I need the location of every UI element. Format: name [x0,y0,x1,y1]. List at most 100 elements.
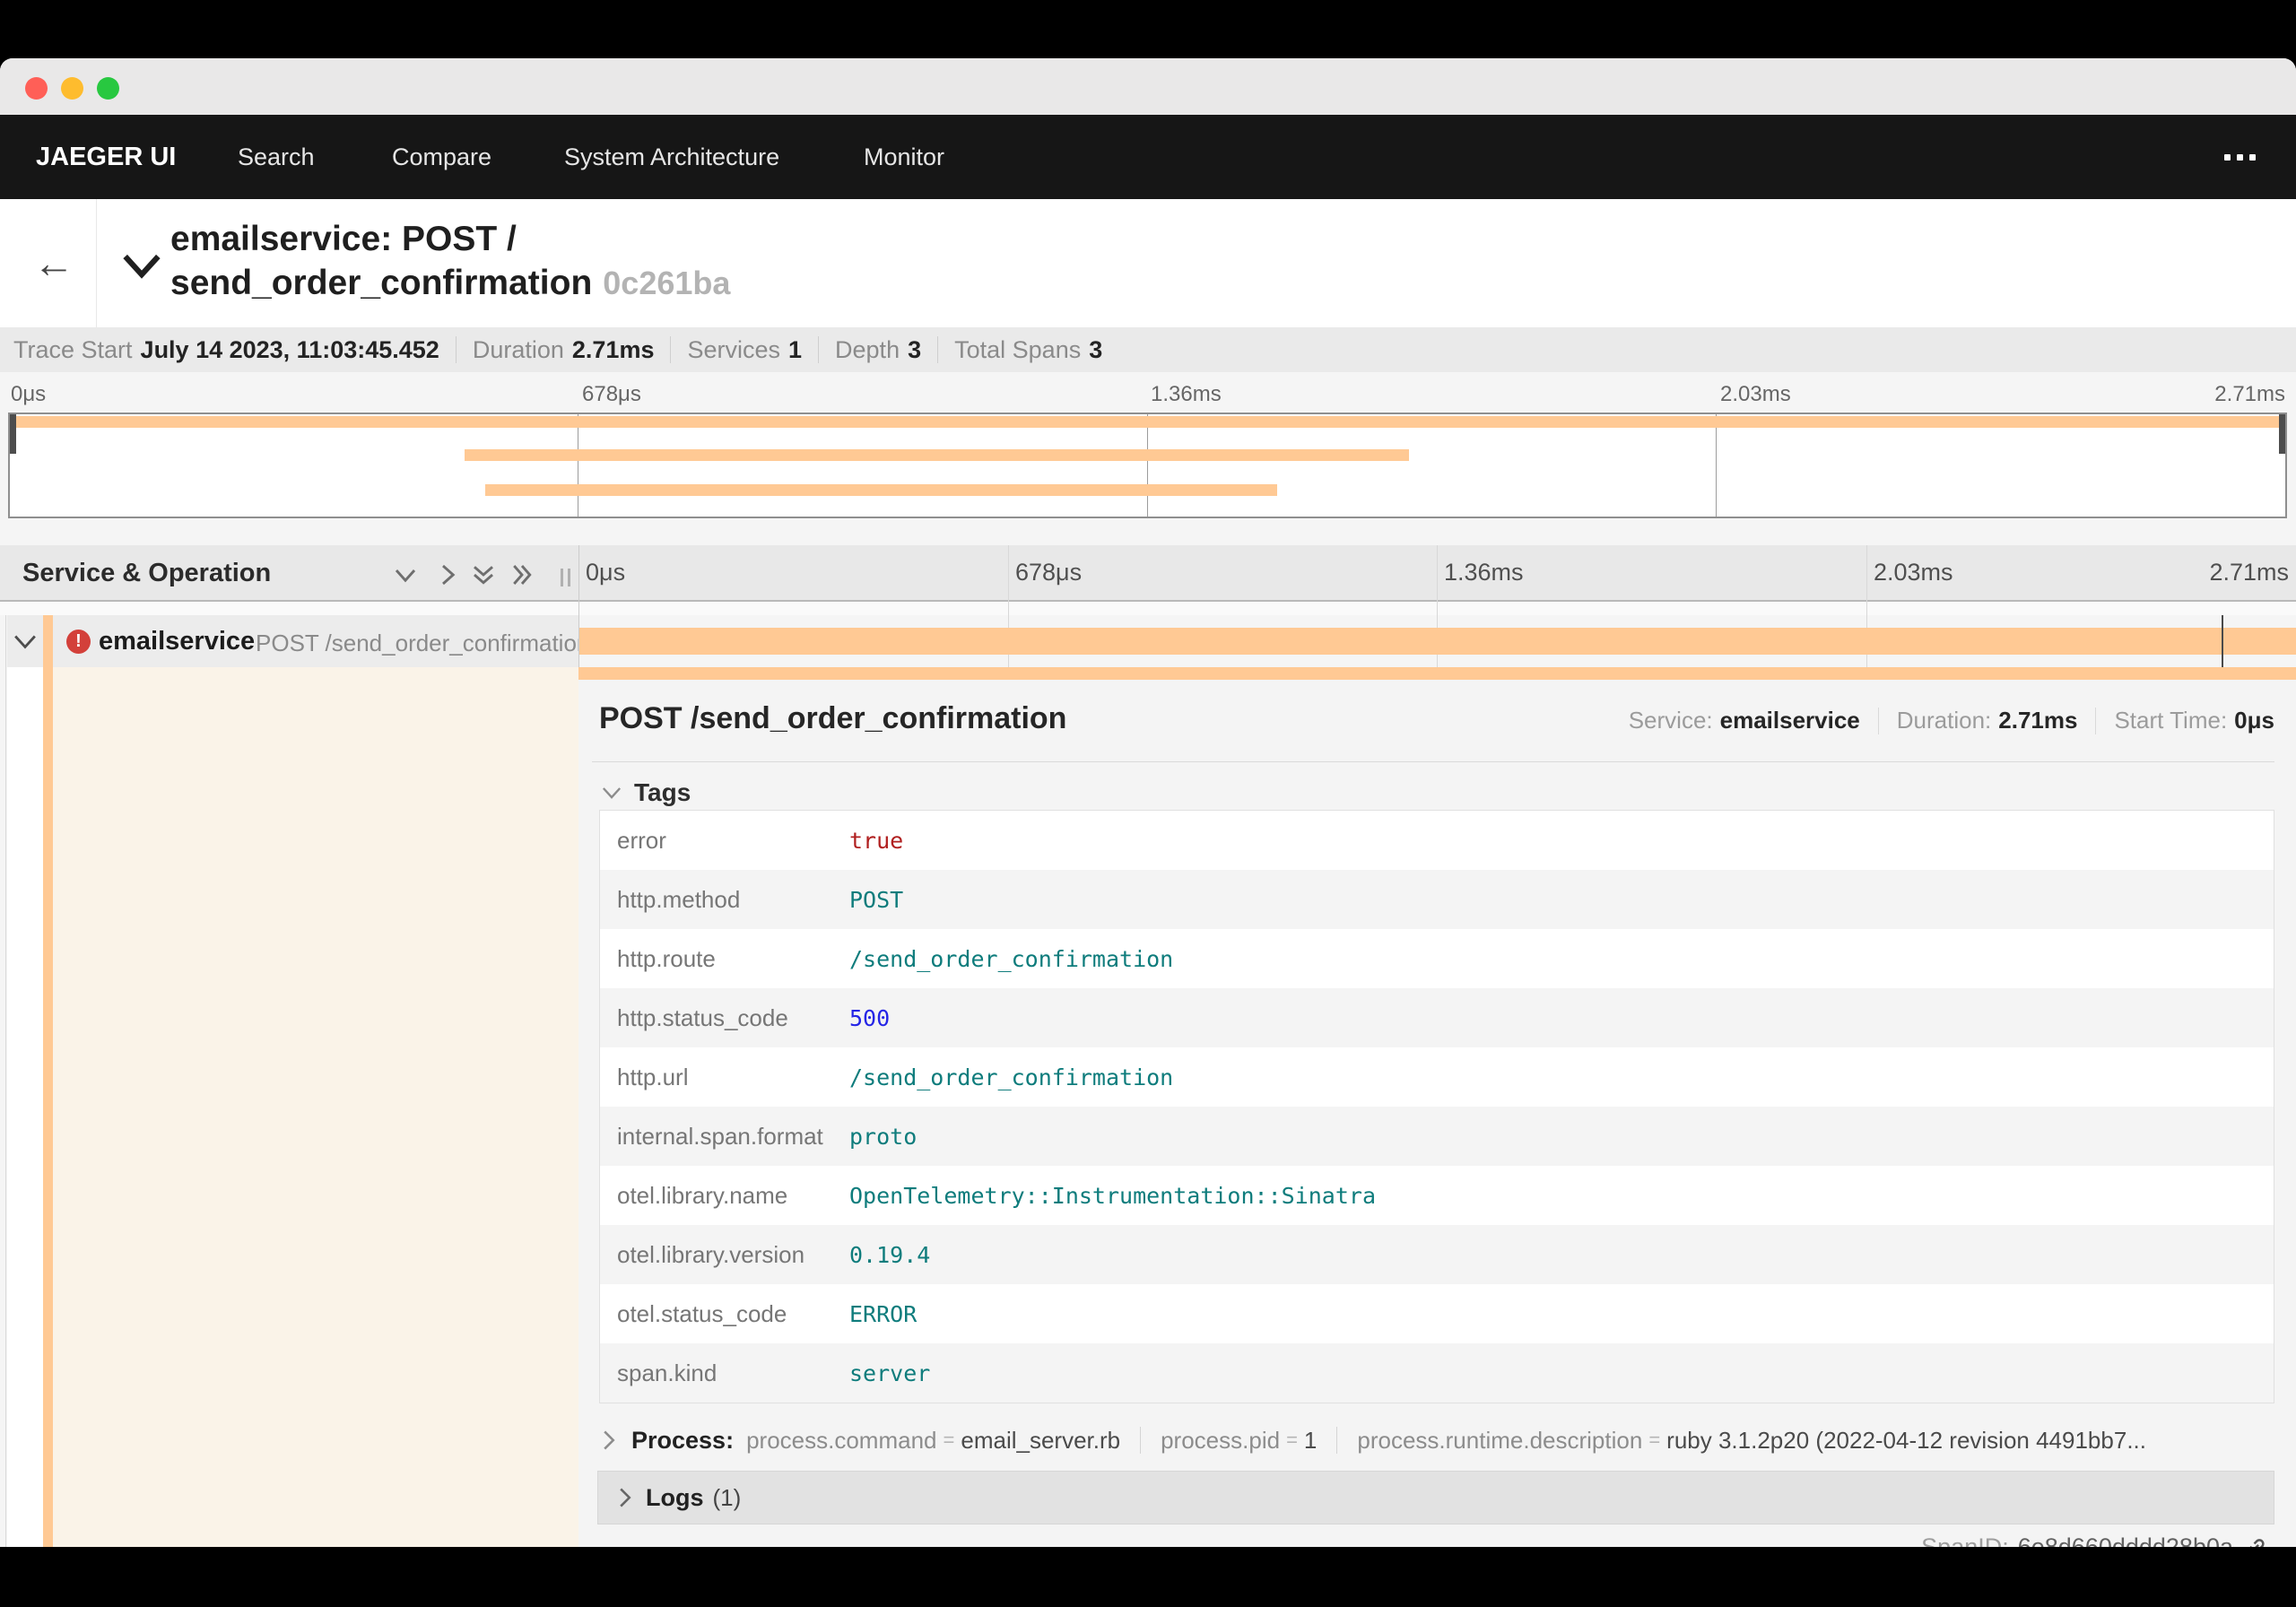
nav-item-compare[interactable]: Compare [392,115,491,199]
link-icon[interactable] [2242,1534,2269,1548]
span-id-value: 6e8d660dddd28b0a [2017,1533,2233,1547]
tag-row: otel.status_code ERROR [600,1284,2274,1343]
span-detail-panel: POST /send_order_confirmation Service: e… [578,680,2296,1547]
gridline [1147,414,1148,517]
services-value: 1 [788,335,803,363]
tags-table: error true http.method POST http.route /… [599,810,2274,1403]
process-value: email_server.rb [961,1426,1121,1454]
tag-key: http.method [617,885,741,913]
tag-row: http.url /send_order_confirmation [600,1047,2274,1107]
span-collapse-chevron-icon[interactable] [13,634,37,650]
tag-key: http.route [617,944,716,972]
process-key: process.runtime.description [1357,1426,1643,1454]
ruler-tick: 678μs [1015,559,1083,586]
ruler-tick: 0μs [586,559,626,586]
ruler-tick: 2.03ms [1874,559,1953,586]
jaeger-logo[interactable]: JAEGER UI [36,115,176,199]
span-id-label: SpanID: [1921,1533,2009,1547]
chevron-right-icon [604,1430,615,1450]
tags-section-toggle[interactable]: Tags [602,778,691,807]
service-operation-header: Service & Operation [22,559,272,587]
span-tree-indent [43,615,53,667]
titlebar [0,58,2296,115]
ruler-tick: 0μs [11,382,47,406]
collapse-title-chevron-icon[interactable] [122,253,161,280]
nav-item-system-architecture[interactable]: System Architecture [564,115,779,199]
process-value: ruby 3.1.2p20 (2022-04-12 revision 4491b… [1666,1426,2146,1454]
tag-value: OpenTelemetry::Instrumentation::Sinatra [849,1182,1376,1209]
trace-start-value: July 14 2023, 11:03:45 [140,335,393,363]
ruler-tick: 2.03ms [1720,382,1791,406]
tag-row: otel.library.name OpenTelemetry::Instrum… [600,1166,2274,1225]
duration-value: 2.71ms [1998,707,2078,734]
chevron-down-icon [602,786,622,799]
zoom-window-icon[interactable] [97,77,119,100]
process-key: process.command [746,1426,937,1454]
tag-key: http.url [617,1063,689,1090]
trace-minimap[interactable] [8,413,2287,518]
span-detail-row: POST /send_order_confirmation Service: e… [0,667,2296,1547]
span-detail-meta: Service: emailservice Duration: 2.71ms S… [1629,707,2274,734]
trace-page-header: ← emailservice: POST / send_order_confir… [0,199,2296,430]
tag-value: 500 [849,1004,891,1031]
service-value: emailservice [1719,707,1860,734]
tag-key: otel.library.version [617,1240,805,1268]
tag-row: error true [600,811,2274,870]
process-value: 1 [1303,1426,1318,1454]
column-divider[interactable] [578,545,579,667]
minimap-left-handle[interactable] [10,414,16,454]
trace-start-ms: .452 [392,335,439,363]
logs-label: Logs [646,1483,704,1511]
nav-item-monitor[interactable]: Monitor [864,115,944,199]
minimap-span-bar [485,484,1278,496]
tag-key: span.kind [617,1359,718,1386]
trace-title: emailservice: POST / send_order_confirma… [170,217,1121,305]
logs-count: (1) [712,1483,742,1511]
tag-key: http.status_code [617,1003,788,1031]
start-time-value: 0μs [2234,707,2274,734]
overflow-menu-icon[interactable] [2224,154,2256,161]
logs-section-toggle[interactable]: Logs (1) [597,1471,2274,1524]
ruler-tick: 2.71ms [2209,559,2289,586]
divider [96,199,97,327]
tag-value: proto [849,1123,918,1150]
ruler-tick: 1.36ms [1151,382,1222,406]
tag-value: server [849,1359,931,1386]
span-row: ! emailservice POST /send_order_confirma… [0,615,2296,667]
collapse-one-icon[interactable] [392,561,419,588]
detail-indent-fill [53,667,578,1547]
minimap-span-bar [10,416,2285,428]
chevron-right-icon [620,1488,631,1507]
back-arrow-icon[interactable]: ← [27,240,81,289]
total-spans-label: Total Spans [954,335,1082,363]
trace-title-line2: send_order_confirmation [170,264,593,302]
tag-row: http.method POST [600,870,2274,929]
tag-row: http.route /send_order_confirmation [600,929,2274,988]
span-duration-bar[interactable] [578,628,2296,655]
expand-one-icon[interactable] [434,561,461,588]
duration-label: Duration [472,335,564,363]
spacer [0,518,2296,545]
detail-left-margin [7,667,43,1547]
depth-value: 3 [908,335,922,363]
tag-value: /send_order_confirmation [849,1064,1174,1090]
process-label: Process: [631,1426,735,1454]
close-window-icon[interactable] [25,77,48,100]
process-section-toggle[interactable]: Process: process.command = email_server.… [602,1420,2274,1460]
minimap-right-handle[interactable] [2279,414,2285,454]
expand-all-icon[interactable] [509,561,535,588]
column-resize-grip[interactable] [561,569,570,586]
tags-label: Tags [634,778,691,806]
collapse-all-icon[interactable] [470,561,497,588]
minimize-window-icon[interactable] [61,77,83,100]
span-id-row: SpanID: 6e8d660dddd28b0a [1921,1533,2269,1547]
nav-item-search[interactable]: Search [238,115,315,199]
tag-key: error [617,826,666,854]
tag-row: http.status_code 500 [600,988,2274,1047]
process-key: process.pid [1161,1426,1281,1454]
span-detail-title: POST /send_order_confirmation [599,701,1067,735]
timeline-columns-header: Service & Operation 0μs 678μs 1.36ms 2.0… [0,545,2296,602]
detail-accent-strip[interactable] [43,667,53,1547]
tag-value: true [849,827,904,854]
service-label: Service: [1628,707,1713,734]
